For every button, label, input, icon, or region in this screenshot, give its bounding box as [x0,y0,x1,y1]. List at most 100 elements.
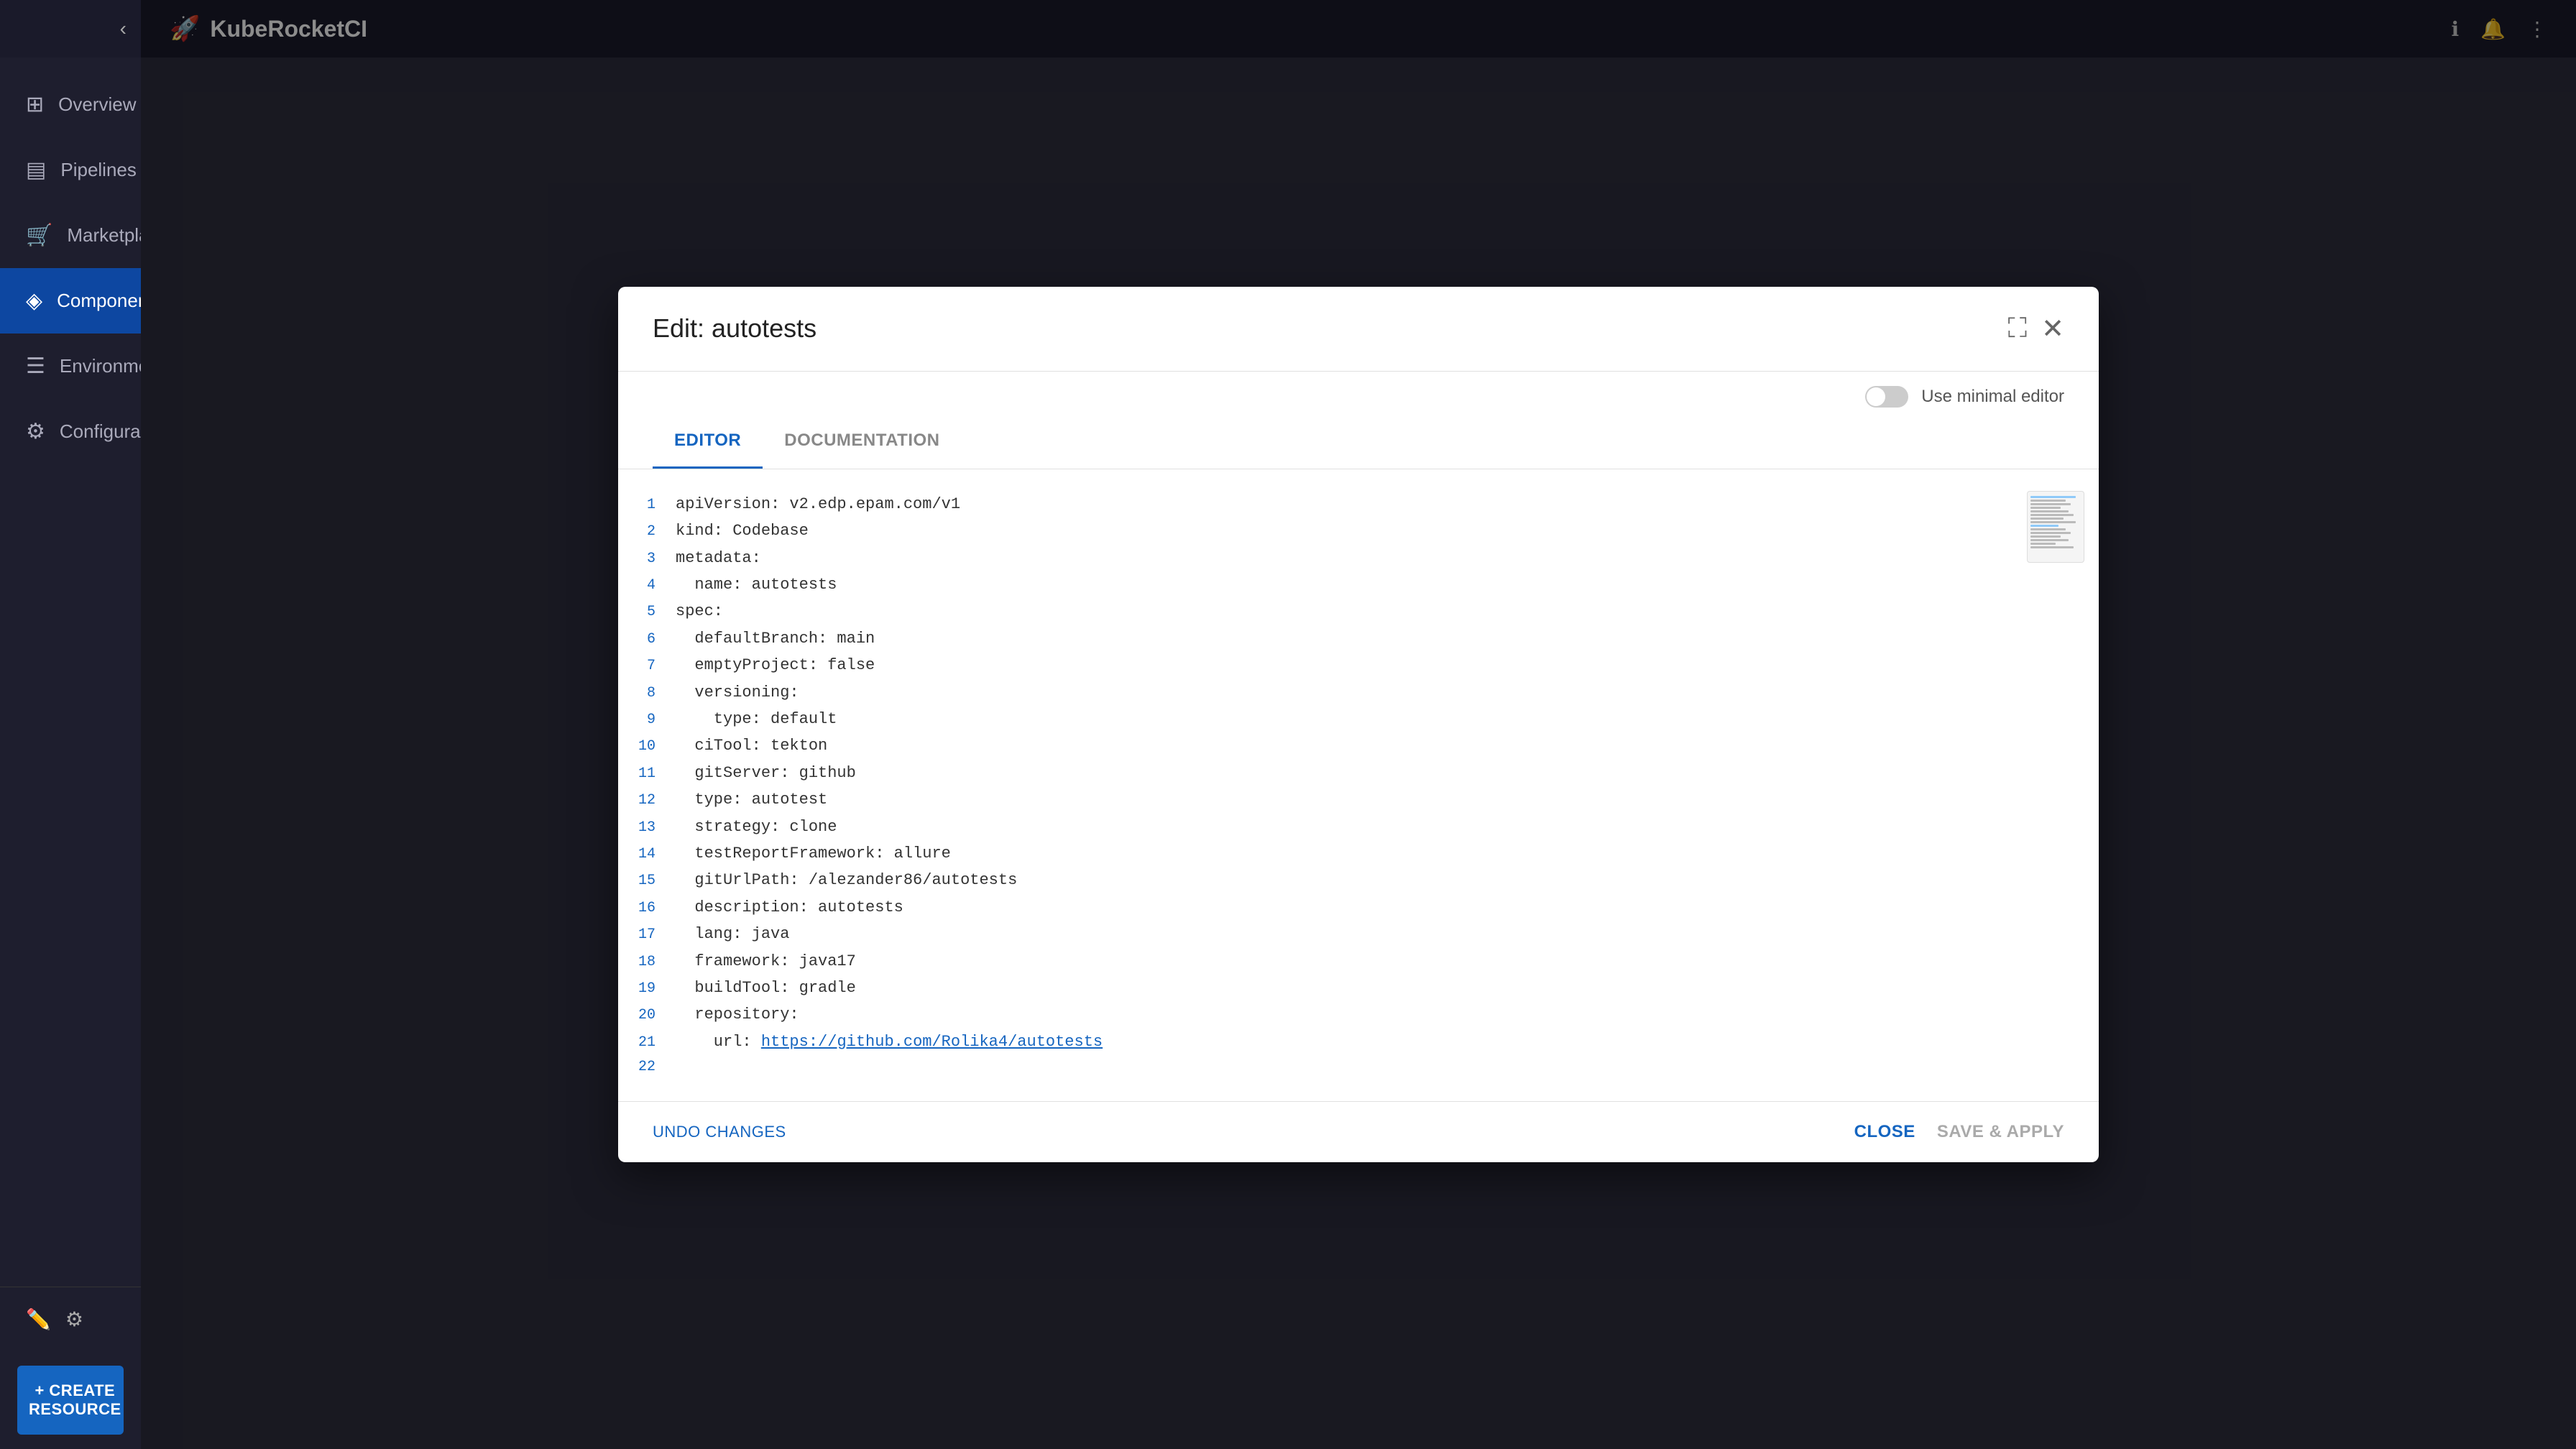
code-line: 10 ciTool: tekton [618,732,2012,759]
marketplace-icon: 🛒 [26,223,52,248]
line-content: description: autotests [676,894,903,921]
line-content: type: autotest [676,786,827,813]
line-content: versioning: [676,679,799,706]
line-content: strategy: clone [676,814,837,840]
sidebar-item-label-pipelines: Pipelines [60,159,137,181]
thumbnail-box [2027,491,2084,563]
line-number: 12 [618,788,676,813]
line-number: 19 [618,977,676,1001]
dialog-header-actions: ⛶ ✕ [2008,313,2064,345]
code-line: 22 [618,1055,2012,1080]
code-line: 20 repository: [618,1001,2012,1028]
sidebar-item-marketplace[interactable]: 🛒 Marketplace [0,203,141,268]
code-line: 6 defaultBranch: main [618,625,2012,652]
line-content: gitUrlPath: /alezander86/autotests [676,867,1017,893]
line-content: framework: java17 [676,948,856,975]
line-number: 18 [618,950,676,975]
sidebar-item-components[interactable]: ◈ Components [0,268,141,334]
code-line: 18 framework: java17 [618,948,2012,975]
line-number: 7 [618,654,676,678]
code-line: 14 testReportFramework: allure [618,840,2012,867]
code-line: 13 strategy: clone [618,814,2012,840]
line-number: 14 [618,842,676,867]
code-line: 7 emptyProject: false [618,652,2012,678]
tab-documentation[interactable]: DOCUMENTATION [763,415,961,469]
code-line: 8 versioning: [618,679,2012,706]
sidebar-item-configuration[interactable]: ⚙ Configuration [0,399,141,464]
line-number: 8 [618,681,676,706]
line-content: kind: Codebase [676,518,809,544]
sidebar-bottom: ✏️ ⚙ [0,1287,141,1351]
editor-area: 1apiVersion: v2.edp.epam.com/v12kind: Co… [618,469,2099,1101]
line-number: 6 [618,627,676,652]
sidebar-item-overview[interactable]: ⊞ Overview [0,72,141,137]
configuration-icon: ⚙ [26,419,45,444]
line-content: spec: [676,598,723,625]
sidebar-toggle-icon[interactable]: ‹ [120,17,126,40]
line-number: 13 [618,816,676,840]
line-number: 11 [618,762,676,786]
line-content: defaultBranch: main [676,625,875,652]
undo-changes-button[interactable]: UNDO CHANGES [653,1123,786,1141]
dialog-footer: UNDO CHANGES CLOSE SAVE & APPLY [618,1101,2099,1162]
line-number: 16 [618,896,676,921]
line-number: 15 [618,869,676,893]
line-content: apiVersion: v2.edp.epam.com/v1 [676,491,960,518]
sidebar: ‹ ⊞ Overview ▤ Pipelines 🛒 Marketplace ◈… [0,0,141,1449]
repo-url-link[interactable]: https://github.com/Rolika4/autotests [761,1033,1103,1051]
line-content: testReportFramework: allure [676,840,951,867]
code-line: 21 url: https://github.com/Rolika4/autot… [618,1029,2012,1055]
line-number: 4 [618,574,676,598]
edit-dialog: Edit: autotests ⛶ ✕ Use minimal editor E… [618,287,2099,1162]
tab-editor[interactable]: EDITOR [653,415,763,469]
code-line: 15 gitUrlPath: /alezander86/autotests [618,867,2012,893]
line-number: 22 [618,1055,676,1080]
code-line: 12 type: autotest [618,786,2012,813]
code-line: 16 description: autotests [618,894,2012,921]
components-icon: ◈ [26,288,42,313]
code-editor[interactable]: 1apiVersion: v2.edp.epam.com/v12kind: Co… [618,484,2012,1087]
code-line: 9 type: default [618,706,2012,732]
dialog-tabs: EDITOR DOCUMENTATION [618,415,2099,469]
main-content: 🚀 KubeRocketCI ℹ 🔔 ⋮ Edit: autotests ⛶ ✕… [141,0,2576,1449]
line-content: gitServer: github [676,760,856,786]
line-content: type: default [676,706,837,732]
settings-icon[interactable]: ⚙ [65,1307,83,1331]
minimal-editor-toggle[interactable] [1865,386,1908,408]
create-resource-button[interactable]: + CREATE RESOURCE [17,1366,124,1435]
sidebar-item-label-overview: Overview [58,93,136,116]
sidebar-item-environments[interactable]: ☰ Environments [0,334,141,399]
environments-icon: ☰ [26,354,45,379]
overview-icon: ⊞ [26,92,44,117]
line-number: 2 [618,520,676,544]
code-line: 4 name: autotests [618,571,2012,598]
code-line: 2kind: Codebase [618,518,2012,544]
thumbnail-lines [2028,492,2084,553]
line-number: 10 [618,735,676,759]
save-apply-button[interactable]: SAVE & APPLY [1937,1122,2064,1142]
sidebar-item-pipelines[interactable]: ▤ Pipelines [0,137,141,203]
line-content: repository: [676,1001,799,1028]
dialog-footer-right: CLOSE SAVE & APPLY [1854,1122,2064,1142]
edit-icon[interactable]: ✏️ [26,1307,51,1331]
code-line: 11 gitServer: github [618,760,2012,786]
close-button[interactable]: CLOSE [1854,1122,1915,1142]
code-line: 19 buildTool: gradle [618,975,2012,1001]
line-content: metadata: [676,545,761,571]
close-dialog-icon[interactable]: ✕ [2041,313,2064,345]
line-number: 9 [618,708,676,732]
code-line: 3metadata: [618,545,2012,571]
line-number: 3 [618,547,676,571]
sidebar-nav: ⊞ Overview ▤ Pipelines 🛒 Marketplace ◈ C… [0,58,141,1287]
line-number: 20 [618,1003,676,1028]
modal-overlay: Edit: autotests ⛶ ✕ Use minimal editor E… [141,0,2576,1449]
line-number: 1 [618,493,676,518]
code-line: 5spec: [618,598,2012,625]
line-number: 21 [618,1031,676,1055]
fullscreen-icon[interactable]: ⛶ [2008,313,2028,344]
line-content: lang: java [676,921,789,947]
line-content: url: https://github.com/Rolika4/autotest… [676,1029,1103,1055]
line-content: buildTool: gradle [676,975,856,1001]
toggle-label: Use minimal editor [1921,387,2064,407]
line-number: 5 [618,600,676,625]
